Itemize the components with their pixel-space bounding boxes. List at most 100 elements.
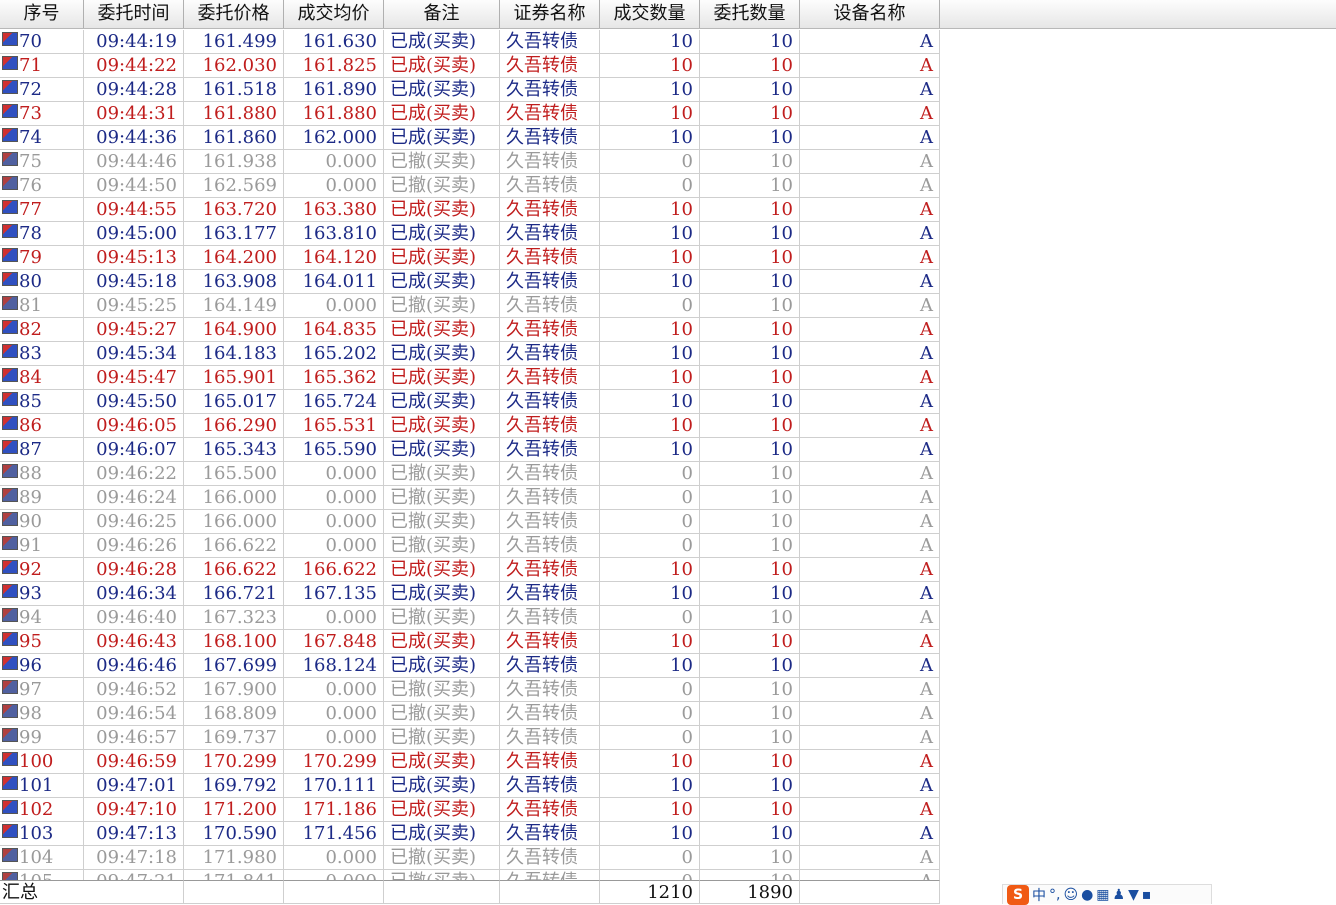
cell-filled: 10 bbox=[600, 54, 700, 78]
table-row[interactable]: 76 09:44:50 162.569 0.000 已撤(买卖) 久吾转债 0 10 A bbox=[0, 174, 940, 198]
table-row[interactable]: 89 09:46:24 166.000 0.000 已撤(买卖) 久吾转债 0 10 A bbox=[0, 486, 940, 510]
table-row[interactable]: 95 09:46:43 168.100 167.848 已成(买卖) 久吾转债 10 10 A bbox=[0, 630, 940, 654]
user-icon[interactable]: ♟ bbox=[1113, 887, 1126, 903]
table-row[interactable]: 93 09:46:34 166.721 167.135 已成(买卖) 久吾转债 10 10 A bbox=[0, 582, 940, 606]
table-row[interactable]: 72 09:44:28 161.518 161.890 已成(买卖) 久吾转债 10 10 A bbox=[0, 78, 940, 102]
col-header-time[interactable]: 委托时间 bbox=[84, 0, 184, 28]
cell-seq: 103 bbox=[0, 822, 84, 846]
cell-price: 170.299 bbox=[184, 750, 284, 774]
grid-menu-icon[interactable]: ▪ bbox=[1142, 887, 1152, 903]
table-row[interactable]: 88 09:46:22 165.500 0.000 已撤(买卖) 久吾转债 0 10 A bbox=[0, 462, 940, 486]
table-row[interactable]: 74 09:44:36 161.860 162.000 已成(买卖) 久吾转债 10 10 A bbox=[0, 126, 940, 150]
row-seq-number: 102 bbox=[19, 799, 54, 820]
row-seq-number: 87 bbox=[19, 439, 42, 460]
row-seq-number: 90 bbox=[19, 511, 42, 532]
table-row[interactable]: 87 09:46:07 165.343 165.590 已成(买卖) 久吾转债 10 10 A bbox=[0, 438, 940, 462]
emoji-icon[interactable]: ☺ bbox=[1063, 887, 1078, 903]
table-row[interactable]: 85 09:45:50 165.017 165.724 已成(买卖) 久吾转债 10 10 A bbox=[0, 390, 940, 414]
microphone-icon[interactable]: ● bbox=[1081, 887, 1093, 903]
order-flag-icon bbox=[2, 104, 18, 118]
row-seq-number: 75 bbox=[19, 151, 42, 172]
cell-dev: A bbox=[800, 702, 940, 726]
table-row[interactable]: 96 09:46:46 167.699 168.124 已成(买卖) 久吾转债 10 10 A bbox=[0, 654, 940, 678]
row-seq-number: 94 bbox=[19, 607, 42, 628]
cell-note: 已撤(买卖) bbox=[384, 294, 500, 318]
cell-note: 已成(买卖) bbox=[384, 390, 500, 414]
table-row[interactable]: 75 09:44:46 161.938 0.000 已撤(买卖) 久吾转债 0 10 A bbox=[0, 150, 940, 174]
summary-cell bbox=[800, 880, 940, 904]
cell-price: 165.901 bbox=[184, 366, 284, 390]
table-row[interactable]: 99 09:46:57 169.737 0.000 已撤(买卖) 久吾转债 0 10 A bbox=[0, 726, 940, 750]
cell-dev: A bbox=[800, 438, 940, 462]
ime-logo-icon[interactable]: S bbox=[1007, 884, 1029, 905]
table-row[interactable]: 71 09:44:22 162.030 161.825 已成(买卖) 久吾转债 10 10 A bbox=[0, 54, 940, 78]
table-row[interactable]: 73 09:44:31 161.880 161.880 已成(买卖) 久吾转债 10 10 A bbox=[0, 102, 940, 126]
col-header-device[interactable]: 设备名称 bbox=[800, 0, 940, 28]
cell-price: 163.908 bbox=[184, 270, 284, 294]
col-header-filled[interactable]: 成交数量 bbox=[600, 0, 700, 28]
table-row[interactable]: 83 09:45:34 164.183 165.202 已成(买卖) 久吾转债 10 10 A bbox=[0, 342, 940, 366]
cell-seq: 84 bbox=[0, 366, 84, 390]
ime-punct-toggle[interactable]: °, bbox=[1049, 887, 1060, 903]
cell-name: 久吾转债 bbox=[500, 78, 600, 102]
table-row[interactable]: 78 09:45:00 163.177 163.810 已成(买卖) 久吾转债 10 10 A bbox=[0, 222, 940, 246]
cell-note: 已撤(买卖) bbox=[384, 726, 500, 750]
table-row[interactable]: 98 09:46:54 168.809 0.000 已撤(买卖) 久吾转债 0 10 A bbox=[0, 702, 940, 726]
ime-mode-toggle[interactable]: 中 bbox=[1032, 885, 1046, 905]
cell-note: 已撤(买卖) bbox=[384, 534, 500, 558]
table-row[interactable]: 102 09:47:10 171.200 171.186 已成(买卖) 久吾转债 10 10 A bbox=[0, 798, 940, 822]
cell-filled: 10 bbox=[600, 438, 700, 462]
cell-dev: A bbox=[800, 750, 940, 774]
cell-name: 久吾转债 bbox=[500, 198, 600, 222]
table-row[interactable]: 82 09:45:27 164.900 164.835 已成(买卖) 久吾转债 10 10 A bbox=[0, 318, 940, 342]
cell-price: 162.569 bbox=[184, 174, 284, 198]
table-row[interactable]: 70 09:44:19 161.499 161.630 已成(买卖) 久吾转债 10 10 A bbox=[0, 30, 940, 54]
table-row[interactable]: 77 09:44:55 163.720 163.380 已成(买卖) 久吾转债 10 10 A bbox=[0, 198, 940, 222]
ime-toolbar[interactable]: S 中 °, ☺ ● ▦ ♟ ▼ ▪ bbox=[1002, 884, 1212, 905]
table-row[interactable]: 100 09:46:59 170.299 170.299 已成(买卖) 久吾转债 10 10 A bbox=[0, 750, 940, 774]
table-row[interactable]: 81 09:45:25 164.149 0.000 已撤(买卖) 久吾转债 0 10 A bbox=[0, 294, 940, 318]
table-row[interactable]: 84 09:45:47 165.901 165.362 已成(买卖) 久吾转债 10 10 A bbox=[0, 366, 940, 390]
table-row[interactable]: 97 09:46:52 167.900 0.000 已撤(买卖) 久吾转债 0 10 A bbox=[0, 678, 940, 702]
table-row[interactable]: 80 09:45:18 163.908 164.011 已成(买卖) 久吾转债 10 10 A bbox=[0, 270, 940, 294]
cell-name: 久吾转债 bbox=[500, 222, 600, 246]
row-seq-number: 76 bbox=[19, 175, 42, 196]
table-row[interactable]: 104 09:47:18 171.980 0.000 已撤(买卖) 久吾转债 0 10 A bbox=[0, 846, 940, 870]
row-seq-number: 93 bbox=[19, 583, 42, 604]
cell-avg: 167.135 bbox=[284, 582, 384, 606]
cell-time: 09:44:55 bbox=[84, 198, 184, 222]
cell-avg: 170.299 bbox=[284, 750, 384, 774]
col-header-price[interactable]: 委托价格 bbox=[184, 0, 284, 28]
cell-seq: 83 bbox=[0, 342, 84, 366]
cell-avg: 163.810 bbox=[284, 222, 384, 246]
col-header-avg[interactable]: 成交均价 bbox=[284, 0, 384, 28]
cell-dev: A bbox=[800, 462, 940, 486]
order-flag-icon bbox=[2, 56, 18, 70]
table-row[interactable]: 79 09:45:13 164.200 164.120 已成(买卖) 久吾转债 10 10 A bbox=[0, 246, 940, 270]
table-row[interactable]: 103 09:47:13 170.590 171.456 已成(买卖) 久吾转债 10 10 A bbox=[0, 822, 940, 846]
cell-name: 久吾转债 bbox=[500, 414, 600, 438]
col-header-seq[interactable]: 序号 bbox=[0, 0, 84, 28]
cell-avg: 0.000 bbox=[284, 702, 384, 726]
table-row[interactable]: 86 09:46:05 166.290 165.531 已成(买卖) 久吾转债 10 10 A bbox=[0, 414, 940, 438]
cell-filled: 10 bbox=[600, 654, 700, 678]
skin-icon[interactable]: ▼ bbox=[1128, 887, 1139, 903]
table-row[interactable]: 101 09:47:01 169.792 170.111 已成(买卖) 久吾转债 10 10 A bbox=[0, 774, 940, 798]
table-row[interactable]: 91 09:46:26 166.622 0.000 已撤(买卖) 久吾转债 0 10 A bbox=[0, 534, 940, 558]
cell-name: 久吾转债 bbox=[500, 846, 600, 870]
table-row[interactable]: 90 09:46:25 166.000 0.000 已撤(买卖) 久吾转债 0 10 A bbox=[0, 510, 940, 534]
row-seq-number: 77 bbox=[19, 199, 42, 220]
col-header-qty[interactable]: 委托数量 bbox=[700, 0, 800, 28]
cell-time: 09:45:00 bbox=[84, 222, 184, 246]
row-seq-number: 72 bbox=[19, 79, 42, 100]
table-row[interactable]: 94 09:46:40 167.323 0.000 已撤(买卖) 久吾转债 0 10 A bbox=[0, 606, 940, 630]
col-header-name[interactable]: 证券名称 bbox=[500, 0, 600, 28]
col-header-note[interactable]: 备注 bbox=[384, 0, 500, 28]
table-row[interactable]: 92 09:46:28 166.622 166.622 已成(买卖) 久吾转债 10 10 A bbox=[0, 558, 940, 582]
cell-seq: 80 bbox=[0, 270, 84, 294]
row-seq-number: 70 bbox=[19, 31, 42, 52]
row-seq-number: 100 bbox=[19, 751, 54, 772]
row-seq-number: 73 bbox=[19, 103, 42, 124]
cell-avg: 164.835 bbox=[284, 318, 384, 342]
keyboard-icon[interactable]: ▦ bbox=[1096, 887, 1109, 903]
